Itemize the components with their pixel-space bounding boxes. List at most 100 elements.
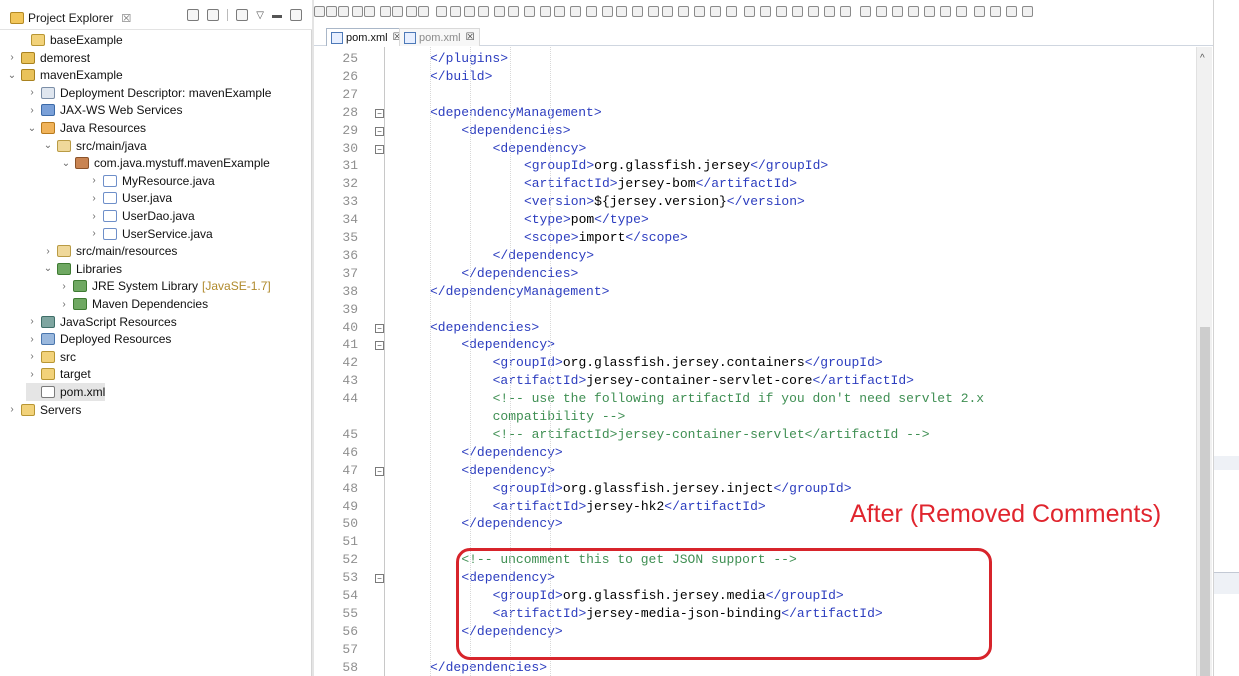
- toolbar-button-icon[interactable]: [678, 6, 689, 17]
- tab-pom-xml-inactive[interactable]: pom.xml ☒: [399, 28, 480, 46]
- expand-toggle-icon[interactable]: ›: [42, 246, 54, 257]
- toolbar-button-icon[interactable]: [760, 6, 771, 17]
- toolbar-button-icon[interactable]: [776, 6, 787, 17]
- tree-item[interactable]: › Deployed Resources: [26, 330, 171, 348]
- code-line[interactable]: 28 <dependencyManagement>: [314, 105, 1194, 123]
- fold-toggle-icon[interactable]: −: [375, 126, 384, 136]
- scroll-up-arrow-icon[interactable]: ^: [1200, 53, 1205, 64]
- toolbar-button-icon[interactable]: [710, 6, 721, 17]
- tab-pom-xml-active[interactable]: pom.xml ☒: [326, 28, 407, 46]
- toolbar-button-icon[interactable]: [508, 6, 519, 17]
- expand-toggle-icon[interactable]: ›: [26, 351, 38, 362]
- code-line[interactable]: 37 </dependencies>: [314, 266, 1194, 284]
- code-line[interactable]: 35 <scope>import</scope>: [314, 230, 1194, 248]
- vertical-scrollbar[interactable]: ^: [1196, 47, 1212, 676]
- tree-item[interactable]: › JavaScript Resources: [26, 313, 176, 331]
- close-tab-icon[interactable]: ☒: [466, 32, 475, 43]
- tree-item[interactable]: › target: [26, 365, 90, 383]
- expand-toggle-icon[interactable]: ›: [88, 193, 100, 204]
- code-line[interactable]: 48 <groupId>org.glassfish.jersey.inject</…: [314, 481, 1194, 499]
- code-line[interactable]: 45 <!-- artifactId>jersey-container-servl…: [314, 427, 1194, 445]
- toolbar-button-icon[interactable]: [364, 6, 375, 17]
- code-line[interactable]: 43 <artifactId>jersey-container-servlet-c…: [314, 373, 1194, 391]
- toolbar-button-icon[interactable]: [436, 6, 447, 17]
- expand-toggle-icon[interactable]: ⌄: [60, 158, 72, 169]
- code-line[interactable]: 41 <dependency>: [314, 337, 1194, 355]
- toolbar-button-icon[interactable]: [632, 6, 643, 17]
- toolbar-button-icon[interactable]: [450, 6, 461, 17]
- expand-toggle-icon[interactable]: ⌄: [6, 70, 18, 81]
- toolbar-button-icon[interactable]: [694, 6, 705, 17]
- maximize-icon[interactable]: [290, 9, 302, 21]
- code-line[interactable]: 32 <artifactId>jersey-bom</artifactId>: [314, 176, 1194, 194]
- toolbar-button-icon[interactable]: [648, 6, 659, 17]
- toolbar-button-icon[interactable]: [808, 6, 819, 17]
- tree-item[interactable]: › MyResource.java: [88, 172, 214, 190]
- toolbar-button-icon[interactable]: [726, 6, 737, 17]
- code-line[interactable]: 42 <groupId>org.glassfish.jersey.containe…: [314, 355, 1194, 373]
- link-with-editor-icon[interactable]: [207, 9, 220, 21]
- code-line[interactable]: 40 <dependencies>: [314, 320, 1194, 338]
- toolbar-button-icon[interactable]: [524, 6, 535, 17]
- scrollbar-thumb[interactable]: [1200, 327, 1210, 676]
- toolbar-button-icon[interactable]: [840, 6, 851, 17]
- expand-toggle-icon[interactable]: ⌄: [42, 140, 54, 151]
- toolbar-button-icon[interactable]: [464, 6, 475, 17]
- toolbar-button-icon[interactable]: [744, 6, 755, 17]
- toolbar-button-icon[interactable]: [824, 6, 835, 17]
- expand-toggle-icon[interactable]: ›: [88, 228, 100, 239]
- code-line[interactable]: 46 </dependency>: [314, 445, 1194, 463]
- code-line[interactable]: 47 <dependency>: [314, 463, 1194, 481]
- toolbar-button-icon[interactable]: [990, 6, 1001, 17]
- tree-item[interactable]: › src: [26, 348, 76, 366]
- expand-toggle-icon[interactable]: ⌄: [26, 123, 38, 134]
- tree-item[interactable]: ⌄ Java Resources: [26, 119, 146, 137]
- fold-toggle-icon[interactable]: −: [375, 466, 384, 476]
- code-line[interactable]: 31 <groupId>org.glassfish.jersey</groupId…: [314, 158, 1194, 176]
- code-line[interactable]: 39: [314, 302, 1194, 320]
- toolbar-button-icon[interactable]: [924, 6, 935, 17]
- fold-toggle-icon[interactable]: −: [375, 144, 384, 154]
- tree-item[interactable]: ⌄ com.java.mystuff.mavenExample: [60, 154, 270, 172]
- toolbar-button-icon[interactable]: [392, 6, 403, 17]
- toolbar-button-icon[interactable]: [554, 6, 565, 17]
- toolbar-button-icon[interactable]: [1022, 6, 1033, 17]
- toolbar-button-icon[interactable]: [908, 6, 919, 17]
- code-line[interactable]: 44 <!-- use the following artifactId if y…: [314, 391, 1194, 409]
- tree-item[interactable]: › UserDao.java: [88, 207, 194, 225]
- expand-toggle-icon[interactable]: ›: [26, 369, 38, 380]
- fold-toggle-icon[interactable]: −: [375, 323, 384, 333]
- close-icon[interactable]: ☒: [121, 12, 131, 25]
- tree-item[interactable]: ⌄ Libraries: [42, 260, 122, 278]
- toolbar-button-icon[interactable]: [974, 6, 985, 17]
- tree-item[interactable]: › User.java: [88, 189, 172, 207]
- tree-item[interactable]: ⌄ src/main/java: [42, 137, 147, 155]
- code-line[interactable]: 36 </dependency>: [314, 248, 1194, 266]
- toolbar-button-icon[interactable]: [892, 6, 903, 17]
- expand-toggle-icon[interactable]: ›: [58, 281, 70, 292]
- toolbar-button-icon[interactable]: [860, 6, 871, 17]
- code-line[interactable]: 34 <type>pom</type>: [314, 212, 1194, 230]
- code-line[interactable]: 58 </dependencies>: [314, 660, 1194, 676]
- focus-icon[interactable]: [236, 9, 249, 21]
- expand-toggle-icon[interactable]: ›: [26, 334, 38, 345]
- tree-item[interactable]: ⌄ mavenExample: [6, 66, 123, 84]
- collapse-all-icon[interactable]: [187, 9, 200, 21]
- code-line[interactable]: 29 <dependencies>: [314, 123, 1194, 141]
- toolbar-button-icon[interactable]: [406, 6, 417, 17]
- toolbar-button-icon[interactable]: [326, 6, 337, 17]
- toolbar-button-icon[interactable]: [1006, 6, 1017, 17]
- tree-item[interactable]: › JAX-WS Web Services: [26, 101, 182, 119]
- toolbar-button-icon[interactable]: [338, 6, 349, 17]
- tree-item[interactable]: › Deployment Descriptor: mavenExample: [26, 84, 271, 102]
- tree-item[interactable]: › demorest: [6, 49, 90, 67]
- tree-item[interactable]: › src/main/resources: [42, 242, 177, 260]
- tree-item[interactable]: › Servers: [6, 401, 81, 419]
- toolbar-button-icon[interactable]: [586, 6, 597, 17]
- toolbar-button-icon[interactable]: [956, 6, 967, 17]
- expand-toggle-icon[interactable]: ›: [6, 52, 18, 63]
- code-line[interactable]: 33 <version>${jersey.version}</version>: [314, 194, 1194, 212]
- toolbar-button-icon[interactable]: [570, 6, 581, 17]
- code-line[interactable]: compatibility -->: [314, 409, 1194, 427]
- expand-toggle-icon[interactable]: ›: [26, 87, 38, 98]
